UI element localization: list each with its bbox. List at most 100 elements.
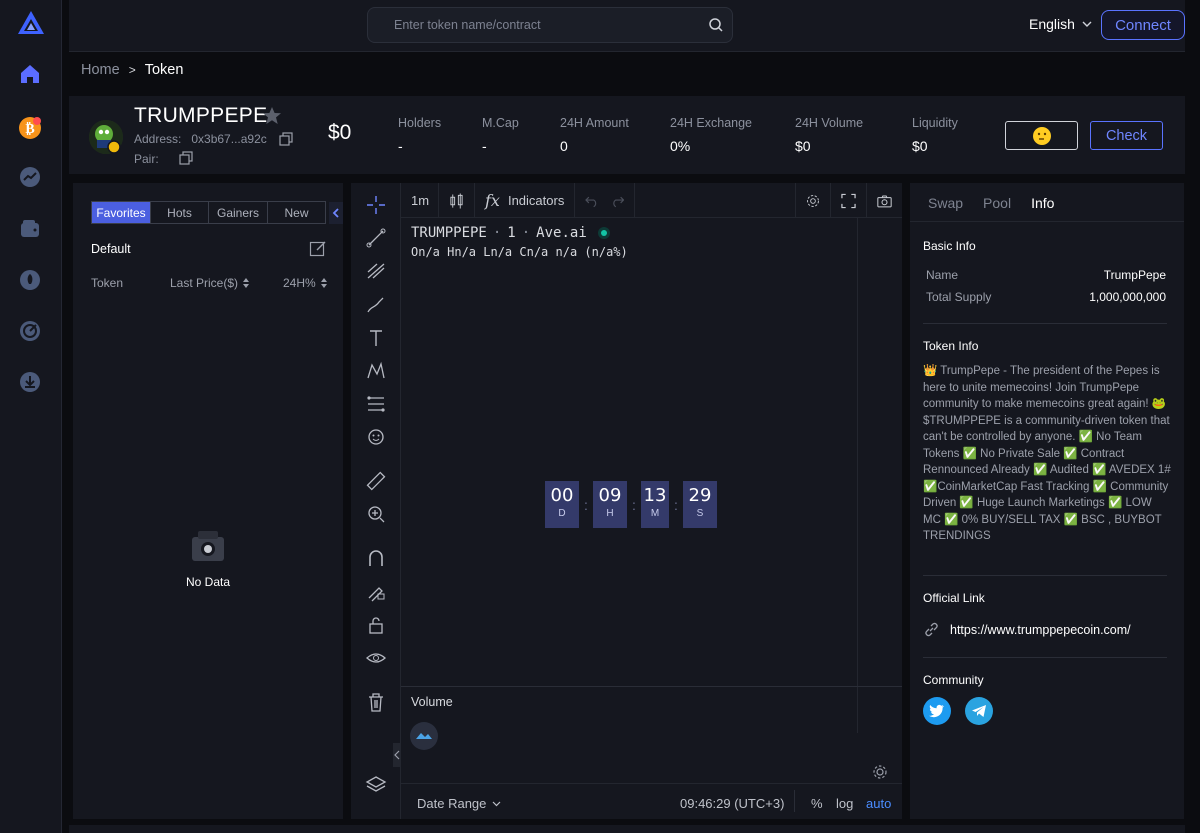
- bitcoin-icon[interactable]: ₿: [16, 114, 44, 142]
- trash-icon[interactable]: [364, 690, 388, 714]
- tab-favorites[interactable]: Favorites: [92, 202, 151, 223]
- chevron-left-icon: [394, 750, 400, 760]
- scale-settings-icon[interactable]: [872, 764, 888, 780]
- ave-logo-icon[interactable]: [16, 9, 46, 39]
- section-divider: [923, 575, 1167, 576]
- legend-separator: ·: [521, 225, 531, 241]
- chart-trend-icon[interactable]: [16, 163, 44, 191]
- pattern-icon[interactable]: [364, 359, 388, 383]
- edit-icon[interactable]: [309, 240, 327, 258]
- redo-icon[interactable]: [611, 194, 625, 208]
- toolbar-collapse-button[interactable]: [393, 743, 401, 767]
- breadcrumb-home[interactable]: Home: [81, 62, 120, 78]
- countdown-separator: :: [674, 496, 678, 513]
- cloud-icon[interactable]: [410, 722, 438, 750]
- address-label: Address:: [134, 132, 182, 146]
- token-address: Address: 0x3b67...a92c: [134, 132, 293, 146]
- layers-icon[interactable]: [364, 773, 388, 797]
- favorites-group: Default: [91, 242, 131, 256]
- token-name: TRUMPPEPE: [134, 104, 268, 127]
- settings-gear-icon[interactable]: [795, 183, 831, 218]
- lock-icon[interactable]: [364, 613, 388, 637]
- telegram-icon[interactable]: [965, 697, 993, 725]
- breadcrumb: Home > Token: [81, 62, 183, 78]
- fib-tool-icon[interactable]: [364, 259, 388, 283]
- column-token: Token: [91, 276, 123, 290]
- magnet-icon[interactable]: [364, 546, 388, 570]
- text-tool-icon[interactable]: [364, 326, 388, 350]
- home-icon[interactable]: [16, 60, 44, 88]
- chevron-down-icon: [492, 801, 501, 807]
- legend-interval: 1: [507, 225, 516, 241]
- chart-legend-title: TRUMPPEPE · 1 · Ave.ai: [411, 225, 607, 241]
- lock-drawing-icon[interactable]: [364, 579, 388, 603]
- countdown-value: 00: [550, 485, 574, 506]
- undo-icon[interactable]: [585, 194, 599, 208]
- language-selector[interactable]: English: [1029, 16, 1093, 32]
- eye-icon[interactable]: [364, 646, 388, 670]
- tab-swap[interactable]: Swap: [928, 195, 963, 211]
- ruler-icon[interactable]: [364, 469, 388, 493]
- breadcrumb-current: Token: [144, 62, 184, 78]
- ohlc-values: On/a Hn/a Ln/a Cn/a n/a (n/a%): [411, 245, 628, 259]
- tab-gainers[interactable]: Gainers: [209, 202, 268, 223]
- brush-icon[interactable]: [364, 293, 388, 317]
- zoom-in-icon[interactable]: [364, 502, 388, 526]
- copy-icon[interactable]: [179, 151, 193, 165]
- camera-icon[interactable]: [867, 183, 902, 218]
- wallet-icon[interactable]: [16, 215, 44, 243]
- stat-label: Liquidity: [912, 116, 958, 130]
- chevron-left-icon: [332, 208, 339, 218]
- download-icon[interactable]: [16, 368, 44, 396]
- thinking-face-icon: [1032, 126, 1051, 145]
- empty-state: No Data: [73, 523, 343, 589]
- copy-icon[interactable]: [279, 132, 293, 146]
- check-button[interactable]: Check: [1090, 121, 1163, 150]
- twitter-icon[interactable]: [923, 697, 951, 725]
- tab-pool[interactable]: Pool: [983, 195, 1011, 211]
- stat-value: 0: [560, 138, 568, 154]
- trend-line-icon[interactable]: [364, 226, 388, 250]
- favorite-star-icon[interactable]: [262, 106, 282, 126]
- log-toggle[interactable]: log: [836, 796, 853, 811]
- official-link[interactable]: https://www.trumppepecoin.com/: [923, 621, 1131, 638]
- percent-toggle[interactable]: %: [811, 796, 823, 811]
- target-icon[interactable]: [16, 317, 44, 345]
- official-url[interactable]: https://www.trumppepecoin.com/: [950, 623, 1131, 637]
- info-panel: Swap Pool Info Basic Info Name TrumpPepe…: [910, 183, 1184, 819]
- stat-24h-volume: 24H Volume $0: [795, 116, 863, 154]
- collapse-panel-button[interactable]: [329, 202, 343, 224]
- pair-label: Pair:: [134, 152, 159, 166]
- stat-label: 24H Volume: [795, 116, 864, 130]
- column-label: Token: [91, 276, 124, 290]
- emoji-icon[interactable]: [364, 425, 388, 449]
- column-last-price[interactable]: Last Price($): [170, 276, 250, 290]
- date-range-button[interactable]: Date Range: [417, 796, 501, 811]
- column-24h[interactable]: 24H%: [283, 276, 328, 290]
- rocket-icon[interactable]: [16, 266, 44, 294]
- countdown-hours: 09 H: [593, 481, 627, 528]
- chart-area[interactable]: 1m fx Indicators TRUMPPEPE · 1 · Ave.ai …: [401, 183, 902, 819]
- chart-footer: Date Range 09:46:29 (UTC+3) % log auto: [401, 783, 902, 819]
- crosshair-icon[interactable]: [364, 193, 388, 217]
- candle-type-icon[interactable]: [439, 183, 475, 218]
- search-icon[interactable]: [708, 17, 724, 33]
- supply-label: Total Supply: [926, 290, 992, 304]
- token-pair: Pair:: [134, 151, 193, 166]
- tab-info[interactable]: Info: [1031, 195, 1054, 211]
- sentiment-button[interactable]: [1005, 121, 1078, 150]
- countdown-value: 09: [598, 485, 622, 506]
- tab-hots[interactable]: Hots: [151, 202, 209, 223]
- empty-text: No Data: [185, 575, 231, 589]
- indicators-button[interactable]: fx Indicators: [475, 183, 575, 218]
- interval-button[interactable]: 1m: [401, 183, 439, 218]
- connect-button[interactable]: Connect: [1101, 10, 1185, 40]
- auto-toggle[interactable]: auto: [866, 796, 891, 811]
- supply-value: 1,000,000,000: [1089, 290, 1166, 304]
- tab-new[interactable]: New: [268, 202, 325, 223]
- prediction-icon[interactable]: [364, 392, 388, 416]
- stat-holders: Holders -: [398, 116, 441, 154]
- search-input[interactable]: Enter token name/contract: [367, 7, 733, 43]
- stat-value: -: [398, 138, 403, 154]
- fullscreen-icon[interactable]: [831, 183, 867, 218]
